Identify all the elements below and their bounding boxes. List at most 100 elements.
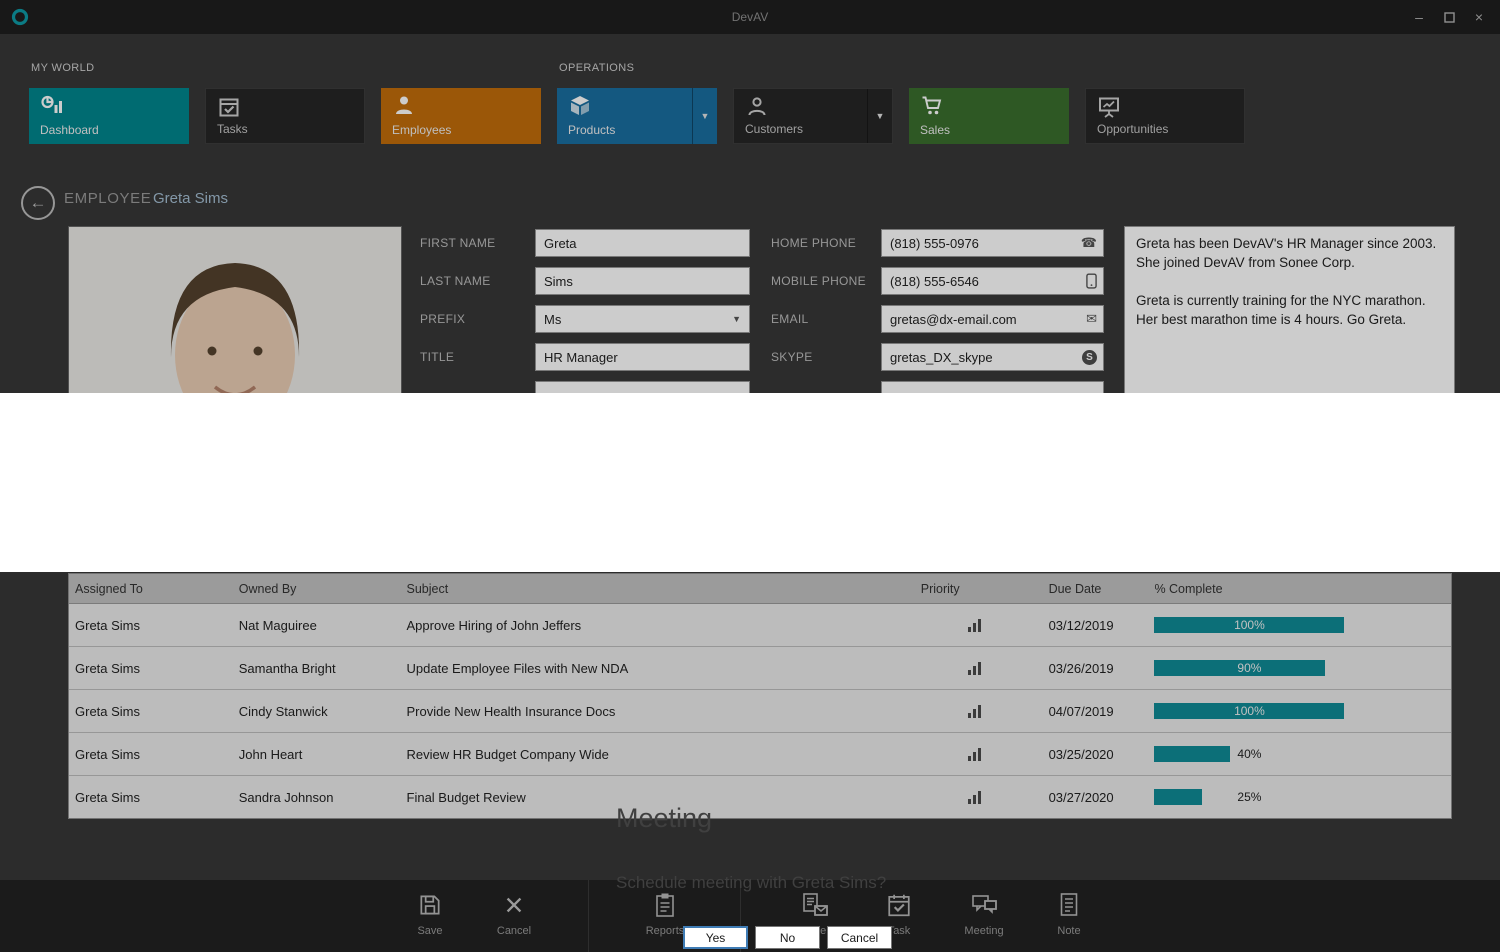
cell-complete: 90% bbox=[1139, 647, 1451, 689]
cell-owned-by: Nat Maguiree bbox=[233, 604, 401, 646]
last-name-field[interactable] bbox=[535, 267, 750, 295]
note-page-icon bbox=[1031, 889, 1107, 921]
tile-opportunities[interactable]: Opportunities bbox=[1085, 88, 1245, 144]
cell-complete: 100% bbox=[1139, 604, 1451, 646]
column-header-due-date[interactable]: Due Date bbox=[1035, 574, 1140, 603]
products-box-icon bbox=[568, 94, 592, 123]
progress-label: 25% bbox=[1154, 789, 1344, 805]
tile-label: Dashboard bbox=[40, 123, 99, 137]
mobile-phone-field[interactable] bbox=[881, 267, 1104, 295]
tile-sales[interactable]: Sales bbox=[909, 88, 1069, 144]
home-phone-field[interactable] bbox=[881, 229, 1104, 257]
minimize-icon[interactable]: – bbox=[1404, 4, 1434, 30]
cell-owned-by: Cindy Stanwick bbox=[233, 690, 401, 732]
app-window: DevAV – × MY WORLD OPERATIONS Dashboard … bbox=[0, 0, 1500, 952]
table-header-row: Assigned To Owned By Subject Priority Du… bbox=[69, 574, 1451, 604]
cell-assigned-to: Greta Sims bbox=[69, 604, 233, 646]
cell-subject: Update Employee Files with New NDA bbox=[401, 647, 915, 689]
tasks-calendar-icon bbox=[217, 95, 241, 124]
tile-products[interactable]: Products ▼ bbox=[557, 88, 717, 144]
tile-label: Products bbox=[568, 123, 615, 137]
yes-button[interactable]: Yes bbox=[683, 926, 748, 949]
priority-bars-icon bbox=[915, 690, 1035, 732]
cell-subject: Provide New Health Insurance Docs bbox=[401, 690, 915, 732]
cell-assigned-to: Greta Sims bbox=[69, 647, 233, 689]
tile-tasks[interactable]: Tasks bbox=[205, 88, 365, 144]
cell-subject: Review HR Budget Company Wide bbox=[401, 733, 915, 775]
titlebar: DevAV – × bbox=[0, 0, 1500, 34]
meeting-dialog: Meeting Schedule meeting with Greta Sims… bbox=[0, 393, 1500, 572]
progress-label: 100% bbox=[1154, 617, 1344, 633]
employee-section-label: EMPLOYEE bbox=[64, 190, 151, 207]
chevron-down-icon[interactable]: ▼ bbox=[732, 305, 741, 333]
progress-bar: 40% bbox=[1154, 746, 1344, 762]
tile-label: Tasks bbox=[217, 122, 248, 136]
cell-due-date: 03/12/2019 bbox=[1035, 604, 1140, 646]
last-name-label: LAST NAME bbox=[420, 274, 491, 288]
email-icon: ✉ bbox=[1086, 305, 1097, 333]
meeting-button[interactable]: Meeting bbox=[946, 889, 1022, 937]
first-name-field[interactable] bbox=[535, 229, 750, 257]
cancel-button[interactable]: Cancel bbox=[476, 889, 552, 937]
cell-due-date: 03/25/2020 bbox=[1035, 733, 1140, 775]
priority-bars-icon bbox=[915, 776, 1035, 818]
maximize-icon[interactable] bbox=[1434, 4, 1464, 30]
cell-assigned-to: Greta Sims bbox=[69, 733, 233, 775]
tile-label: Opportunities bbox=[1097, 122, 1168, 136]
priority-bars-icon bbox=[915, 733, 1035, 775]
employee-name: Greta Sims bbox=[153, 190, 228, 207]
column-header-complete[interactable]: % Complete bbox=[1139, 574, 1451, 603]
phone-icon: ☎ bbox=[1081, 229, 1097, 257]
column-header-subject[interactable]: Subject bbox=[401, 574, 915, 603]
cell-subject: Approve Hiring of John Jeffers bbox=[401, 604, 915, 646]
close-icon[interactable]: × bbox=[1464, 4, 1494, 30]
home-phone-label: HOME PHONE bbox=[771, 236, 856, 250]
notes-paragraph: Greta is currently training for the NYC … bbox=[1136, 291, 1443, 329]
table-row[interactable]: Greta Sims Sandra Johnson Final Budget R… bbox=[69, 776, 1451, 818]
toolbar-divider bbox=[588, 880, 589, 952]
no-button[interactable]: No bbox=[755, 926, 820, 949]
skype-icon: S bbox=[1082, 343, 1097, 371]
customers-dropdown-icon[interactable]: ▼ bbox=[867, 89, 892, 143]
cell-owned-by: Sandra Johnson bbox=[233, 776, 401, 818]
column-header-assigned-to[interactable]: Assigned To bbox=[69, 574, 233, 603]
column-header-owned-by[interactable]: Owned By bbox=[233, 574, 401, 603]
progress-bar: 100% bbox=[1154, 617, 1344, 633]
title-label: TITLE bbox=[420, 350, 454, 364]
table-row[interactable]: Greta Sims Nat Maguiree Approve Hiring o… bbox=[69, 604, 1451, 647]
notes-paragraph: Greta has been DevAV's HR Manager since … bbox=[1136, 234, 1443, 272]
cancel-dialog-button[interactable]: Cancel bbox=[827, 926, 892, 949]
tile-dashboard[interactable]: Dashboard bbox=[29, 88, 189, 144]
cell-due-date: 04/07/2019 bbox=[1035, 690, 1140, 732]
first-name-label: FIRST NAME bbox=[420, 236, 495, 250]
title-field[interactable] bbox=[535, 343, 750, 371]
skype-field[interactable] bbox=[881, 343, 1104, 371]
back-arrow-icon[interactable]: ← bbox=[21, 186, 55, 220]
skype-label: SKYPE bbox=[771, 350, 813, 364]
prefix-dropdown[interactable] bbox=[535, 305, 750, 333]
email-field[interactable] bbox=[881, 305, 1104, 333]
save-button[interactable]: Save bbox=[392, 889, 468, 937]
tile-employees[interactable]: Employees bbox=[381, 88, 541, 144]
table-row[interactable]: Greta Sims John Heart Review HR Budget C… bbox=[69, 733, 1451, 776]
progress-label: 100% bbox=[1154, 703, 1344, 719]
table-row[interactable]: Greta Sims Cindy Stanwick Provide New He… bbox=[69, 690, 1451, 733]
dialog-message: Schedule meeting with Greta Sims? bbox=[616, 873, 886, 893]
note-button[interactable]: Note bbox=[1031, 889, 1107, 937]
sales-cart-icon bbox=[920, 94, 944, 123]
email-label: EMAIL bbox=[771, 312, 809, 326]
opportunities-chart-icon bbox=[1097, 95, 1121, 124]
column-header-priority[interactable]: Priority bbox=[915, 574, 1035, 603]
cell-assigned-to: Greta Sims bbox=[69, 690, 233, 732]
reports-clipboard-icon bbox=[627, 889, 703, 921]
products-dropdown-icon[interactable]: ▼ bbox=[692, 88, 717, 144]
ribbon-group-my-world: MY WORLD bbox=[31, 62, 95, 74]
save-icon bbox=[392, 889, 468, 921]
table-row[interactable]: Greta Sims Samantha Bright Update Employ… bbox=[69, 647, 1451, 690]
tile-label: Employees bbox=[392, 123, 451, 137]
tasks-table: Assigned To Owned By Subject Priority Du… bbox=[68, 573, 1452, 819]
progress-label: 40% bbox=[1154, 746, 1344, 762]
cell-owned-by: John Heart bbox=[233, 733, 401, 775]
cell-due-date: 03/27/2020 bbox=[1035, 776, 1140, 818]
tile-customers[interactable]: Customers ▼ bbox=[733, 88, 893, 144]
